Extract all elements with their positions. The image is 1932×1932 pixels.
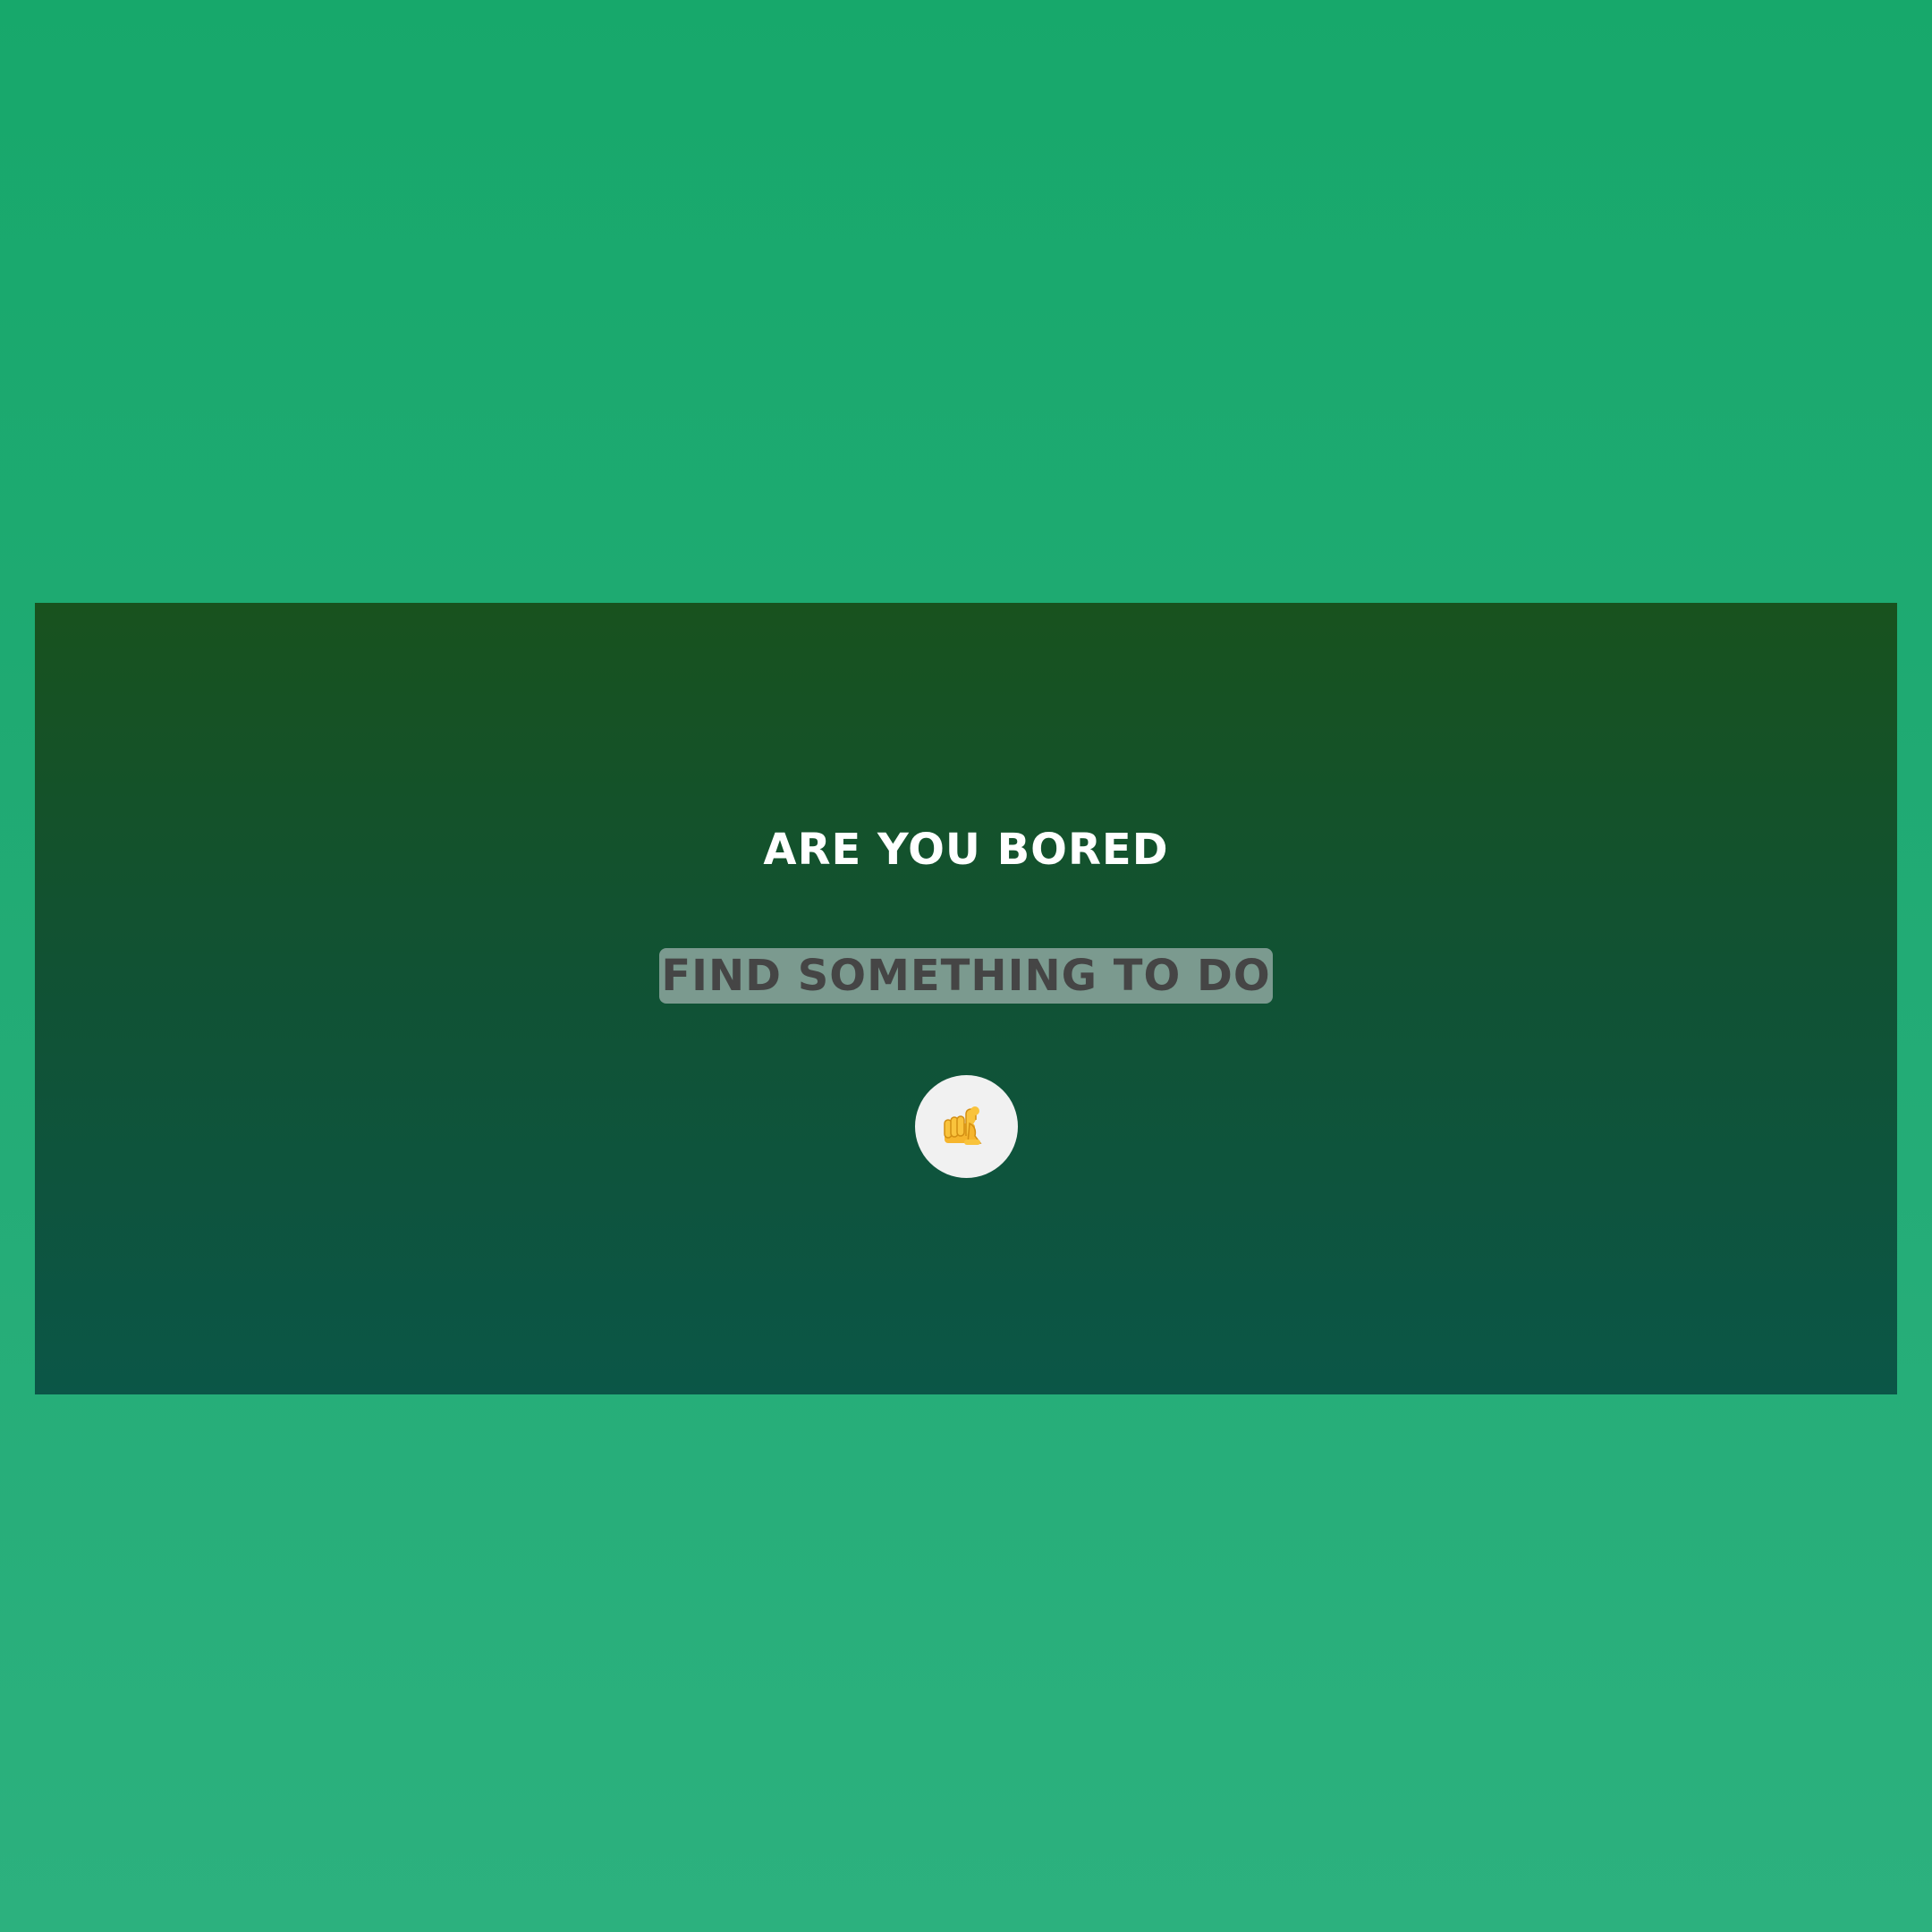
emoji-button[interactable] [914,1075,1018,1178]
headline: ARE YOU BORED [763,825,1169,875]
pointing-hand-icon [944,1106,982,1145]
hero-card: ARE YOU BORED FIND SOMETHING TO DO [35,603,1897,1394]
find-something-button[interactable]: FIND SOMETHING TO DO [659,948,1273,1004]
